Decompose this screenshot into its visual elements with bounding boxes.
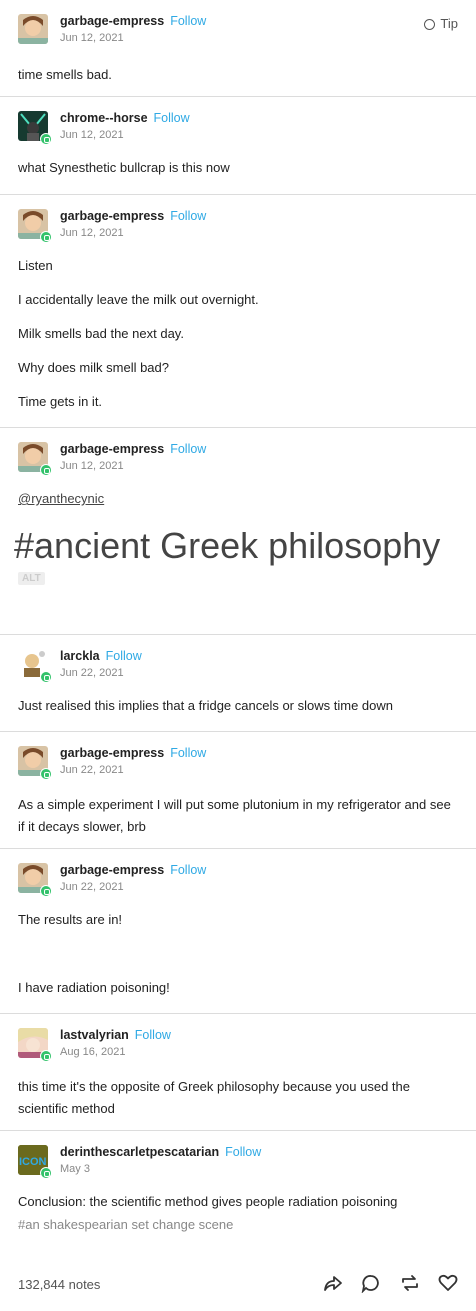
post-date: Jun 12, 2021: [60, 32, 124, 44]
post-text: Listen: [18, 258, 53, 273]
notes-count[interactable]: 132,844 notes: [18, 1277, 100, 1292]
username[interactable]: larckla Follow: [60, 649, 142, 663]
username[interactable]: garbage-empress Follow: [60, 209, 206, 223]
badge-icon: [40, 464, 52, 476]
follow-button[interactable]: Follow: [170, 442, 206, 456]
avatar[interactable]: [18, 14, 48, 44]
image-text: #ancient Greek philosophy: [14, 525, 441, 566]
follow-button[interactable]: Follow: [135, 1028, 171, 1042]
post-date: Jun 12, 2021: [60, 460, 124, 472]
badge-icon: [40, 885, 52, 897]
follow-button[interactable]: Follow: [170, 746, 206, 760]
post-5: larckla Follow Jun 22, 2021 Just realised…: [0, 635, 476, 732]
post-text: The results are in!: [18, 912, 123, 927]
alt-badge[interactable]: ALT: [18, 572, 45, 585]
username[interactable]: chrome--horse Follow: [60, 111, 190, 125]
badge-icon: [40, 1167, 52, 1179]
post-6: garbage-empress Follow Jun 22, 2021 As a …: [0, 732, 476, 849]
reblog-icon[interactable]: [400, 1273, 420, 1293]
post-text: what Synesthetic bullcrap is this now: [18, 160, 230, 175]
follow-button[interactable]: Follow: [170, 209, 206, 223]
follow-button[interactable]: Follow: [225, 1145, 261, 1159]
post-date: Jun 12, 2021: [60, 227, 124, 239]
post-footer: 132,844 notes: [0, 1261, 476, 1311]
avatar-text: ICON: [19, 1156, 47, 1168]
mention-link[interactable]: @ryanthecynic: [18, 491, 104, 506]
share-icon[interactable]: [323, 1273, 343, 1293]
post-9: ICON derinthescarletpescatarian Follow Ma…: [0, 1131, 476, 1261]
badge-icon: [40, 671, 52, 683]
post-8: lastvalyrian Follow Aug 16, 2021 this tim…: [0, 1014, 476, 1131]
post-1: garbage-empress Follow Jun 12, 2021 Tip t…: [0, 0, 476, 97]
badge-icon: [40, 1050, 52, 1062]
username[interactable]: garbage-empress Follow: [60, 442, 206, 456]
post-7: garbage-empress Follow Jun 22, 2021 The r…: [0, 849, 476, 1014]
username[interactable]: lastvalyrian Follow: [60, 1028, 171, 1042]
post-text: I accidentally leave the milk out overni…: [18, 292, 259, 307]
post-text: Milk smells bad the next day.: [18, 326, 184, 341]
post-text: Conclusion: the scientific method gives …: [18, 1194, 398, 1209]
reply-icon[interactable]: [361, 1273, 381, 1293]
username[interactable]: derinthescarletpescatarian Follow: [60, 1145, 261, 1159]
post-text: Why does milk smell bad?: [18, 360, 169, 375]
post-text: As a simple experiment I will put some p…: [18, 797, 451, 834]
follow-button[interactable]: Follow: [106, 649, 142, 663]
badge-icon: [40, 133, 52, 145]
follow-button[interactable]: Follow: [170, 14, 206, 28]
follow-button[interactable]: Follow: [154, 111, 190, 125]
username[interactable]: garbage-empress Follow: [60, 14, 206, 28]
post-text: Just realised this implies that a fridge…: [18, 698, 393, 713]
post-3: garbage-empress Follow Jun 12, 2021 Liste…: [0, 195, 476, 428]
post-text: I have radiation poisoning!: [18, 980, 170, 995]
like-icon[interactable]: [438, 1273, 458, 1293]
post-date: Jun 22, 2021: [60, 881, 124, 893]
tip-icon: [424, 19, 436, 30]
post-2: chrome--horse Follow Jun 12, 2021 what Sy…: [0, 97, 476, 195]
post-date: Jun 22, 2021: [60, 764, 124, 776]
badge-icon: [40, 231, 52, 243]
post-date: Jun 22, 2021: [60, 667, 124, 679]
username[interactable]: garbage-empress Follow: [60, 746, 206, 760]
badge-icon: [40, 768, 52, 780]
post-text: time smells bad.: [18, 67, 112, 82]
post-4: garbage-empress Follow Jun 12, 2021 @ryan…: [0, 428, 476, 635]
username[interactable]: garbage-empress Follow: [60, 863, 206, 877]
post-date: Aug 16, 2021: [60, 1046, 126, 1058]
post-tags[interactable]: #an shakespearian set change scene: [18, 1217, 458, 1232]
post-date: Jun 12, 2021: [60, 129, 124, 141]
post-date: May 3: [60, 1163, 90, 1175]
follow-button[interactable]: Follow: [170, 863, 206, 877]
tip-button[interactable]: Tip: [424, 16, 458, 31]
action-bar: [309, 1273, 458, 1293]
post-text: this time it's the opposite of Greek phi…: [18, 1079, 410, 1116]
post-text: Time gets in it.: [18, 394, 103, 409]
